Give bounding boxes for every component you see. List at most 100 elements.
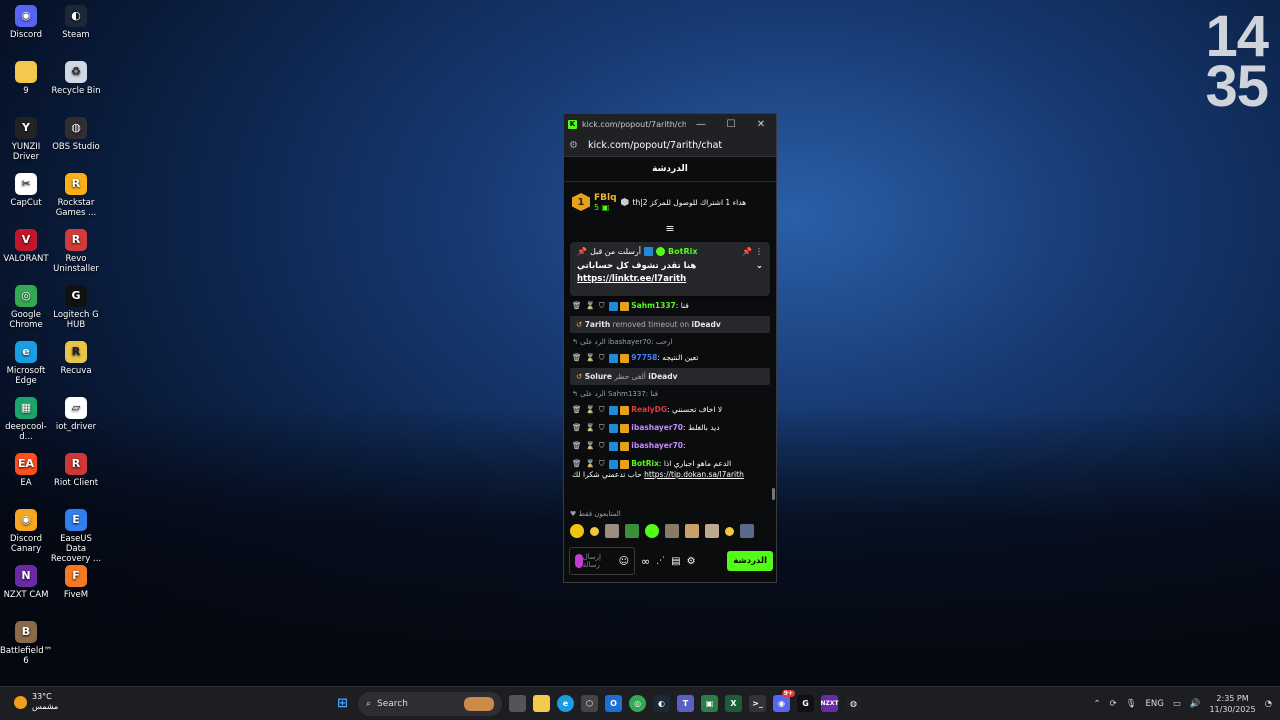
address-bar[interactable]: ⚙ kick.com/popout/7arith/chat xyxy=(564,134,776,157)
more-options-icon[interactable]: ⋮ xyxy=(755,247,763,256)
chrome-taskbar-icon[interactable]: ◎ xyxy=(629,695,646,712)
chat-link[interactable]: https://tip.dokan.sa/l7arith xyxy=(644,470,744,479)
taskbar-clock[interactable]: 2:35 PM 11/30/2025 xyxy=(1209,693,1255,715)
desktop-icon-deepcool[interactable]: ▦ deepcool-d... xyxy=(0,397,52,442)
chat-message[interactable]: 🗑 ⌛ ⛉ RealyDG: لا اخاف تحسنني xyxy=(564,402,776,417)
obs-taskbar-icon[interactable]: ◍ xyxy=(845,695,862,712)
pinned-message[interactable]: 📌 أرسلت من قبل BotRix 📌 ⋮ هنا تقدر تشوف … xyxy=(570,242,770,296)
emote-cat-icon[interactable] xyxy=(705,524,719,538)
microphone-icon[interactable]: 🎙 xyxy=(1126,699,1137,709)
timeout-icon[interactable]: ⌛ xyxy=(586,353,595,362)
pinned-link[interactable]: https://linktr.ee/l7arith xyxy=(577,273,763,286)
desktop-icon-ea[interactable]: EA EA xyxy=(0,453,52,488)
desktop-icon-nzxt[interactable]: N NZXT CAM xyxy=(0,565,52,600)
filter-icon[interactable]: ≡ xyxy=(564,222,776,236)
edge-taskbar-icon[interactable]: e xyxy=(557,695,574,712)
language-indicator[interactable]: ENG xyxy=(1146,699,1164,709)
teams-icon[interactable]: T xyxy=(677,695,694,712)
nzxt-taskbar-icon[interactable]: NZXT xyxy=(820,695,839,712)
delete-icon[interactable]: 🗑 xyxy=(572,423,582,432)
ban-shield-icon[interactable]: ⛉ xyxy=(599,405,605,414)
outlook-icon[interactable]: O xyxy=(605,695,622,712)
logitech-taskbar-icon[interactable]: G xyxy=(797,695,814,712)
sys-target[interactable]: iDeadv xyxy=(692,320,721,329)
chevron-down-icon[interactable]: ⌄ xyxy=(756,260,763,273)
search-box[interactable]: ⌕ Search xyxy=(358,691,502,716)
chat-username[interactable]: ibashayer70 xyxy=(631,423,683,432)
desktop-icon-recycle-bin[interactable]: ♻ Recycle Bin xyxy=(50,61,102,96)
file-explorer-icon[interactable] xyxy=(533,695,550,712)
desktop-icon-yunzii[interactable]: Y YUNZII Driver xyxy=(0,117,52,162)
emote-smile-icon[interactable] xyxy=(590,527,599,536)
chat-input[interactable]: إرسال رسالة ☺ xyxy=(569,547,635,575)
browser-window[interactable]: K kick.com/popout/7arith/cha... — ☐ ✕ ⚙ … xyxy=(563,113,777,583)
timeout-icon[interactable]: ⌛ xyxy=(586,301,595,310)
ban-shield-icon[interactable]: ⛉ xyxy=(599,423,605,432)
desktop-icon-rockstar[interactable]: R Rockstar Games ... xyxy=(50,173,102,218)
chat-message[interactable]: 🗑 ⌛ ⛉ ibashayer70: ديد بالغلط xyxy=(564,420,776,435)
desktop-icon-obs[interactable]: ◍ OBS Studio xyxy=(50,117,102,152)
reply-context[interactable]: ↰ الرد على Sahm1337: فنا xyxy=(564,388,776,400)
maximize-button[interactable]: ☐ xyxy=(716,119,746,130)
chat-username[interactable]: RealyDG xyxy=(631,405,667,414)
delete-icon[interactable]: 🗑 xyxy=(572,405,582,414)
desktop-icon-easeus[interactable]: E EaseUS Data Recovery ... xyxy=(50,509,102,564)
notification-icon[interactable]: ◔ xyxy=(1265,699,1272,709)
desktop-icon-battlefield[interactable]: B Battlefield™ 6 xyxy=(0,621,52,666)
steam-taskbar-icon[interactable]: ◐ xyxy=(653,695,670,712)
chat-message[interactable]: 🗑 ⌛ ⛉ 97758: تعين النتيجه xyxy=(564,350,776,365)
pinned-author[interactable]: BotRix xyxy=(668,247,697,256)
desktop-icon-discord-canary[interactable]: ◉ Discord Canary xyxy=(0,509,52,554)
sys-actor[interactable]: Solure xyxy=(585,372,612,381)
url-text[interactable]: kick.com/popout/7arith/chat xyxy=(588,140,722,151)
ban-shield-icon[interactable]: ⛉ xyxy=(599,441,605,450)
chat-username[interactable]: BotRix xyxy=(631,459,659,468)
emote-grin-icon[interactable] xyxy=(725,527,734,536)
delete-icon[interactable]: 🗑 xyxy=(572,301,582,310)
terminal-icon[interactable]: >_ xyxy=(749,695,766,712)
volume-icon[interactable]: 🔊 xyxy=(1190,699,1201,709)
desktop-icon-chrome[interactable]: ◎ Google Chrome xyxy=(0,285,52,330)
chat-username[interactable]: 97758 xyxy=(631,353,657,362)
network-icon[interactable]: ▭ xyxy=(1173,699,1181,709)
send-chat-button[interactable]: الدردشة xyxy=(727,551,773,571)
sync-icon[interactable]: ⟳ xyxy=(1110,699,1117,709)
timeout-icon[interactable]: ⌛ xyxy=(586,405,595,414)
desktop-icon-revo[interactable]: R Revo Uninstaller xyxy=(50,229,102,274)
reply-context[interactable]: ↰ الرد على ibashayer70: ارحب xyxy=(564,336,776,348)
unpin-icon[interactable]: 📌 xyxy=(742,247,752,256)
desktop-icon-steam[interactable]: ◐ Steam xyxy=(50,5,102,40)
store-taskbar-icon[interactable]: ▣ xyxy=(701,695,718,712)
chat-message[interactable]: 🗑 ⌛ ⛉ Sahm1337: فنا xyxy=(564,298,776,313)
delete-icon[interactable]: 🗑 xyxy=(572,441,582,450)
emote-thinking-icon[interactable] xyxy=(570,524,584,538)
desktop-icon-folder[interactable]: 9 xyxy=(0,61,52,96)
desktop-icon-edge[interactable]: e Microsoft Edge xyxy=(0,341,52,386)
timeout-icon[interactable]: ⌛ xyxy=(586,459,595,468)
emote-frog-icon[interactable] xyxy=(625,524,639,538)
desktop-icon-fivem[interactable]: F FiveM xyxy=(50,565,102,600)
app-cube-icon[interactable]: ⬡ xyxy=(581,695,598,712)
desktop-icon-discord[interactable]: ◉ Discord xyxy=(0,5,52,40)
store-icon[interactable]: ▤ xyxy=(671,556,680,567)
task-view-icon[interactable] xyxy=(509,695,526,712)
site-info-icon[interactable]: ⚙ xyxy=(569,140,583,151)
chat-message[interactable]: 🗑 ⌛ ⛉ ibashayer70: xyxy=(564,438,776,453)
scrollbar-thumb[interactable] xyxy=(772,488,775,500)
desktop-icon-logitech[interactable]: G Logitech G HUB xyxy=(50,285,102,330)
timeout-icon[interactable]: ⌛ xyxy=(586,423,595,432)
chat-username[interactable]: ibashayer70 xyxy=(631,441,683,450)
emote-face-icon[interactable] xyxy=(605,524,619,538)
emoji-picker-icon[interactable]: ☺ xyxy=(619,556,629,567)
ban-shield-icon[interactable]: ⛉ xyxy=(599,353,605,362)
minimize-button[interactable]: — xyxy=(686,119,716,130)
desktop-icon-riot[interactable]: R Riot Client xyxy=(50,453,102,488)
desktop-icon-capcut[interactable]: ✂ CapCut xyxy=(0,173,52,208)
desktop-icon-iot-driver[interactable]: ▱ iot_driver xyxy=(50,397,102,432)
gifter-name[interactable]: FBlq xyxy=(594,193,617,203)
timeout-icon[interactable]: ⌛ xyxy=(586,441,595,450)
infinity-icon[interactable]: ∞ xyxy=(641,555,650,568)
chevron-up-icon[interactable]: ⌃ xyxy=(1093,699,1100,709)
delete-icon[interactable]: 🗑 xyxy=(572,353,582,362)
discord-taskbar-icon[interactable]: ◉ 9+ xyxy=(773,690,795,712)
